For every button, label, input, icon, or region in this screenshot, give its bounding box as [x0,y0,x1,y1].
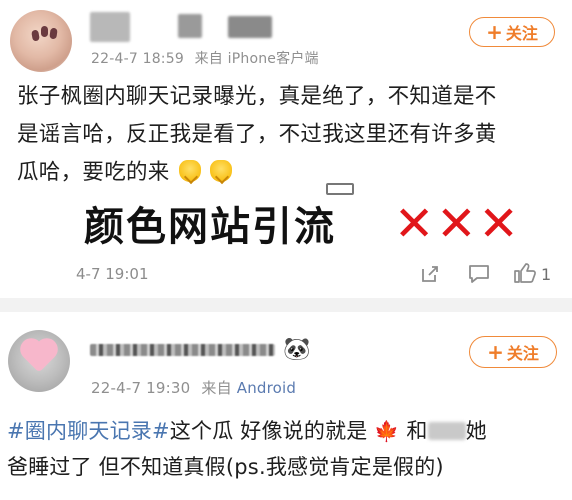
body-line: 是谣言哈，反正我是看了，不过我这里还有许多黄 [17,122,497,147]
hashtag-link[interactable]: #圈内聊天记录# [7,419,170,443]
plus-icon: + [487,340,504,364]
source-prefix: 来自 [194,51,223,67]
post-source[interactable]: iPhone客户端 [228,51,319,67]
body-line: 瓜哈，要吃的来 [17,160,170,185]
post-body-1: 张子枫圈内聊天记录曝光，真是绝了，不知道是不 是谣言哈，反正我是看了，不过我这里… [17,78,562,192]
red-cross-marks: ✕✕✕ [394,196,521,252]
follow-button-2[interactable]: + 关注 [469,336,557,368]
username-censored-1b [178,14,202,38]
like-icon[interactable] [513,262,537,287]
username-censored-1[interactable] [90,12,130,42]
follow-label: 关注 [505,24,538,43]
comment-icon[interactable] [468,264,490,287]
post-timestamp: 22-4-7 19:30 [91,379,191,397]
source-prefix: 来自 [201,379,232,397]
overlay-caption: 颜色网站引流 [81,201,337,253]
user-avatar-1[interactable] [10,10,72,72]
post-source[interactable]: Android [237,379,296,397]
body-line: 张子枫圈内聊天记录曝光，真是绝了，不知道是不 [17,84,497,109]
body-line-2: 爸睡过了 但不知道真假(ps.我感觉肯定是假的) [7,455,444,479]
finger-down-icon [209,160,232,182]
finger-down-icon [178,160,201,182]
censored-name [427,422,466,440]
body-text: 她 [465,419,487,443]
panda-icon: 🐼 [283,337,311,362]
post-footer-time: 4-7 19:01 [76,265,149,283]
user-avatar-2[interactable] [8,330,70,392]
heart-icon [23,341,55,373]
maple-leaf-icon: 🍁 [374,419,400,443]
post-meta-2: 22-4-7 19:30 来自 Android [91,377,296,398]
share-icon[interactable] [420,264,440,287]
body-text: 和 [406,419,428,443]
username-censored-2[interactable] [90,344,275,356]
follow-label: 关注 [506,344,539,363]
body-text: 这个瓜 好像说的就是 [169,419,368,443]
post-divider [0,298,572,312]
follow-button-1[interactable]: + 关注 [469,17,555,47]
post-meta-1: 22-4-7 18:59 来自 iPhone客户端 [91,48,319,68]
post-body-2: #圈内聊天记录#这个瓜 好像说的就是 🍁 和 她 爸睡过了 但不知道真假(ps.我… [7,413,567,485]
plus-icon: + [486,20,503,44]
body-line-1: #圈内聊天记录#这个瓜 好像说的就是 🍁 和 她 [7,413,567,449]
body-line-3: 瓜哈，要吃的来 [17,154,562,192]
like-count: 1 [541,265,552,284]
post-timestamp: 22-4-7 18:59 [91,51,184,67]
username-censored-1c [228,16,272,38]
